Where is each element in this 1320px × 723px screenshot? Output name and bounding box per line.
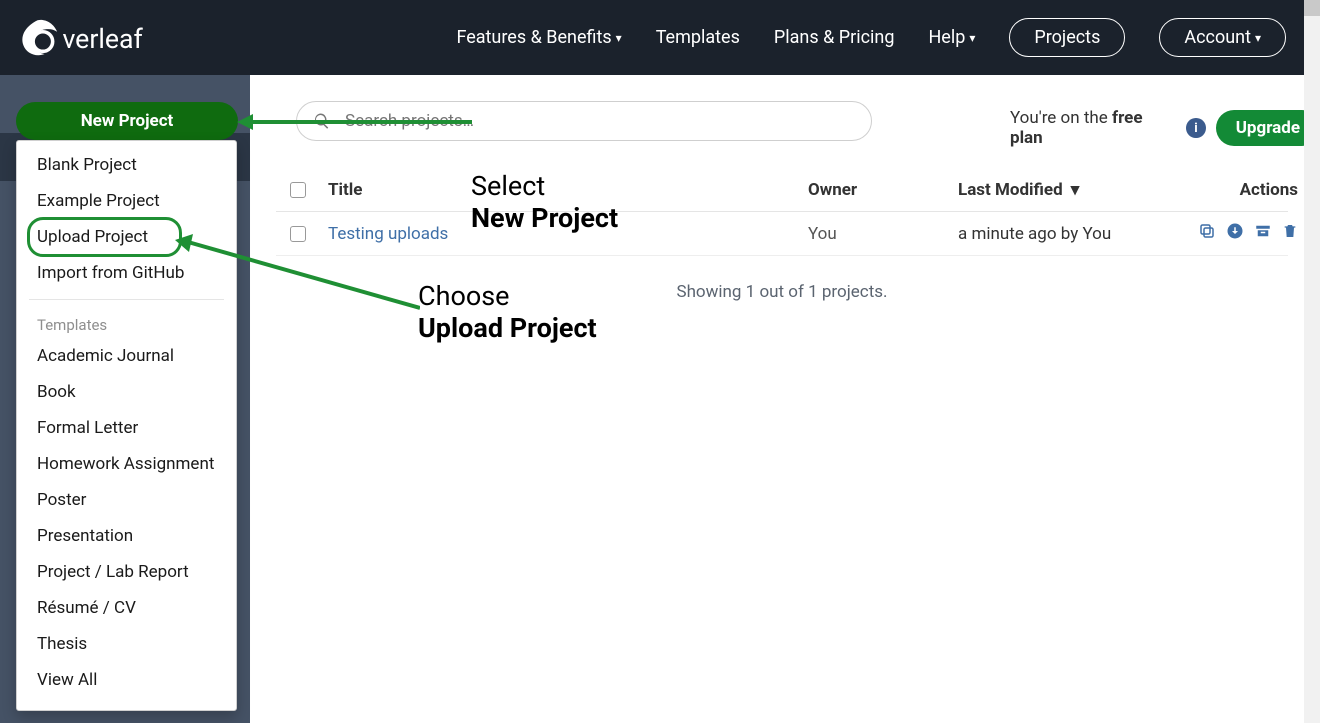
nav-plans[interactable]: Plans & Pricing	[774, 27, 895, 48]
dd-view-all[interactable]: View All	[17, 662, 236, 698]
overleaf-logo[interactable]: verleaf	[18, 18, 178, 58]
col-actions: Actions	[1188, 180, 1298, 200]
copy-icon[interactable]	[1198, 222, 1216, 245]
download-icon[interactable]	[1226, 222, 1244, 245]
col-owner[interactable]: Owner	[808, 180, 958, 200]
sort-desc-icon: ▾	[1071, 180, 1080, 200]
dd-example-project[interactable]: Example Project	[17, 183, 236, 219]
new-project-button[interactable]: New Project	[16, 102, 238, 140]
info-icon[interactable]: i	[1186, 118, 1206, 138]
plan-text: You're on the free plan	[1010, 108, 1176, 148]
upgrade-button[interactable]: Upgrade	[1216, 110, 1320, 146]
dd-import-github[interactable]: Import from GitHub	[17, 255, 236, 291]
nav-templates[interactable]: Templates	[656, 27, 740, 48]
project-modified: a minute ago by You	[958, 224, 1188, 244]
row-checkbox[interactable]	[290, 226, 306, 242]
plan-row: You're on the free plan i Upgrade	[1010, 108, 1320, 148]
dd-tmpl-homework[interactable]: Homework Assignment	[17, 446, 236, 482]
col-title[interactable]: Title	[328, 180, 808, 200]
project-owner: You	[808, 224, 958, 244]
nav-help[interactable]: Help▾	[928, 27, 975, 48]
trash-icon[interactable]	[1282, 222, 1298, 245]
dd-blank-project[interactable]: Blank Project	[17, 147, 236, 183]
caret-down-icon: ▾	[969, 31, 975, 45]
dd-tmpl-book[interactable]: Book	[17, 374, 236, 410]
dd-tmpl-thesis[interactable]: Thesis	[17, 626, 236, 662]
dd-upload-project[interactable]: Upload Project	[17, 219, 236, 255]
nav-links: Features & Benefits▾ Templates Plans & P…	[456, 18, 1304, 57]
nav-account-button[interactable]: Account▾	[1159, 18, 1286, 57]
search-icon	[313, 112, 331, 130]
search-input[interactable]	[345, 111, 855, 131]
dd-tmpl-academic-journal[interactable]: Academic Journal	[17, 338, 236, 374]
showing-text: Showing 1 out of 1 projects.	[276, 282, 1288, 302]
svg-text:verleaf: verleaf	[62, 22, 143, 54]
dd-tmpl-formal-letter[interactable]: Formal Letter	[17, 410, 236, 446]
dd-tmpl-presentation[interactable]: Presentation	[17, 518, 236, 554]
dropdown-separator	[29, 299, 224, 300]
nav-projects-button[interactable]: Projects	[1009, 18, 1125, 57]
top-nav: verleaf Features & Benefits▾ Templates P…	[0, 0, 1304, 75]
projects-table: Title Owner Last Modified ▾ Actions Test…	[276, 168, 1288, 256]
dd-tmpl-lab-report[interactable]: Project / Lab Report	[17, 554, 236, 590]
project-title-link[interactable]: Testing uploads	[328, 224, 808, 244]
dd-templates-header: Templates	[17, 308, 236, 338]
table-row: Testing uploads You a minute ago by You	[276, 212, 1288, 256]
select-all-checkbox[interactable]	[290, 182, 306, 198]
col-last-modified[interactable]: Last Modified ▾	[958, 180, 1188, 200]
caret-down-icon: ▾	[1255, 31, 1261, 45]
archive-icon[interactable]	[1254, 222, 1272, 245]
search-box[interactable]	[296, 101, 872, 141]
dd-tmpl-resume[interactable]: Résumé / CV	[17, 590, 236, 626]
nav-features[interactable]: Features & Benefits▾	[456, 27, 621, 48]
new-project-dropdown: Blank Project Example Project Upload Pro…	[16, 140, 237, 711]
table-header: Title Owner Last Modified ▾ Actions	[276, 168, 1288, 212]
caret-down-icon: ▾	[616, 31, 622, 45]
row-actions	[1188, 222, 1298, 245]
dd-tmpl-poster[interactable]: Poster	[17, 482, 236, 518]
